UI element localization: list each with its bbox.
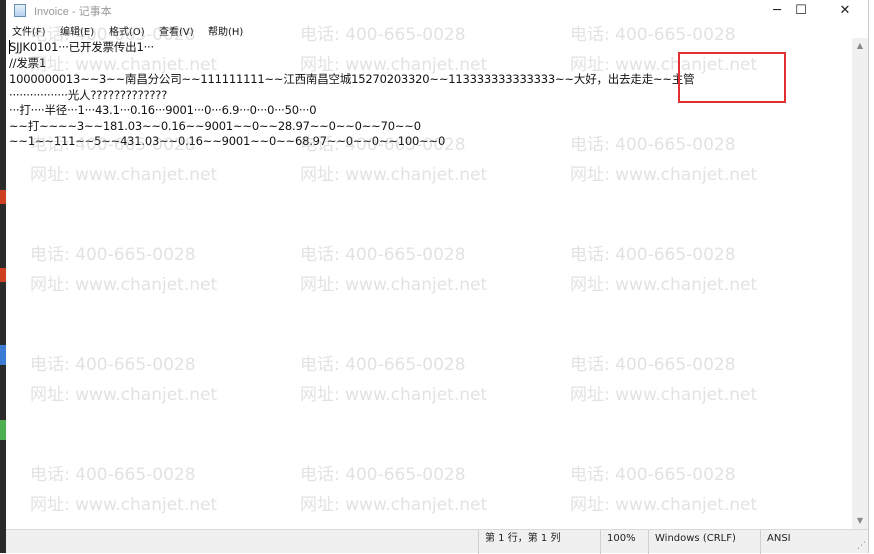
menu-bar: 文件(F) 编辑(E) 格式(O) 查看(V) 帮助(H) xyxy=(6,22,868,38)
text-line: ~~打~~~~3~~181.03~~0.16~~9001~~0~~28.97~~… xyxy=(9,119,421,133)
menu-help[interactable]: 帮助(H) xyxy=(208,23,243,38)
close-button[interactable]: ✕ xyxy=(822,0,868,22)
menu-file[interactable]: 文件(F) xyxy=(12,23,46,38)
notepad-window: Invoice - 记事本 ─ ☐ ✕ 文件(F) 编辑(E) 格式(O) 查看… xyxy=(6,0,869,554)
menu-view[interactable]: 查看(V) xyxy=(159,23,194,38)
encoding: ANSI xyxy=(760,530,852,554)
status-bar: 第 1 行，第 1 列 100% Windows (CRLF) ANSI ⋰ xyxy=(6,529,868,554)
menu-format[interactable]: 格式(O) xyxy=(109,23,145,38)
window-title: Invoice - 记事本 xyxy=(34,6,112,18)
vertical-scrollbar[interactable]: ▲ ▼ xyxy=(852,38,868,529)
scroll-up-icon[interactable]: ▲ xyxy=(852,38,868,54)
maximize-button[interactable]: ☐ xyxy=(778,0,824,22)
scroll-down-icon[interactable]: ▼ xyxy=(852,513,868,529)
menu-edit[interactable]: 编辑(E) xyxy=(60,23,94,38)
title-bar[interactable]: Invoice - 记事本 ─ ☐ ✕ xyxy=(6,0,868,22)
text-line: ···打····半径···1···43.1···0.16···9001···0·… xyxy=(9,103,317,117)
text-line: ~~1~~111~~5~~431.03~~0.16~~9001~~0~~68.9… xyxy=(9,134,446,148)
resize-grip-icon[interactable]: ⋰ xyxy=(857,541,866,551)
text-line: ·················光人????????????? xyxy=(9,88,168,102)
line-ending: Windows (CRLF) xyxy=(648,530,760,554)
zoom-level: 100% xyxy=(600,530,648,554)
notepad-icon xyxy=(14,4,26,17)
text-line: //发票1 xyxy=(9,56,47,70)
text-line: 1000000013~~3~~南昌分公司~~111111111~~江西南昌空城1… xyxy=(9,72,695,86)
text-line: SJJK0101···已开发票传出1··· xyxy=(9,40,154,54)
text-editor-area[interactable]: SJJK0101···已开发票传出1··· //发票1 1000000013~~… xyxy=(6,38,852,529)
cursor-position: 第 1 行，第 1 列 xyxy=(478,530,600,554)
